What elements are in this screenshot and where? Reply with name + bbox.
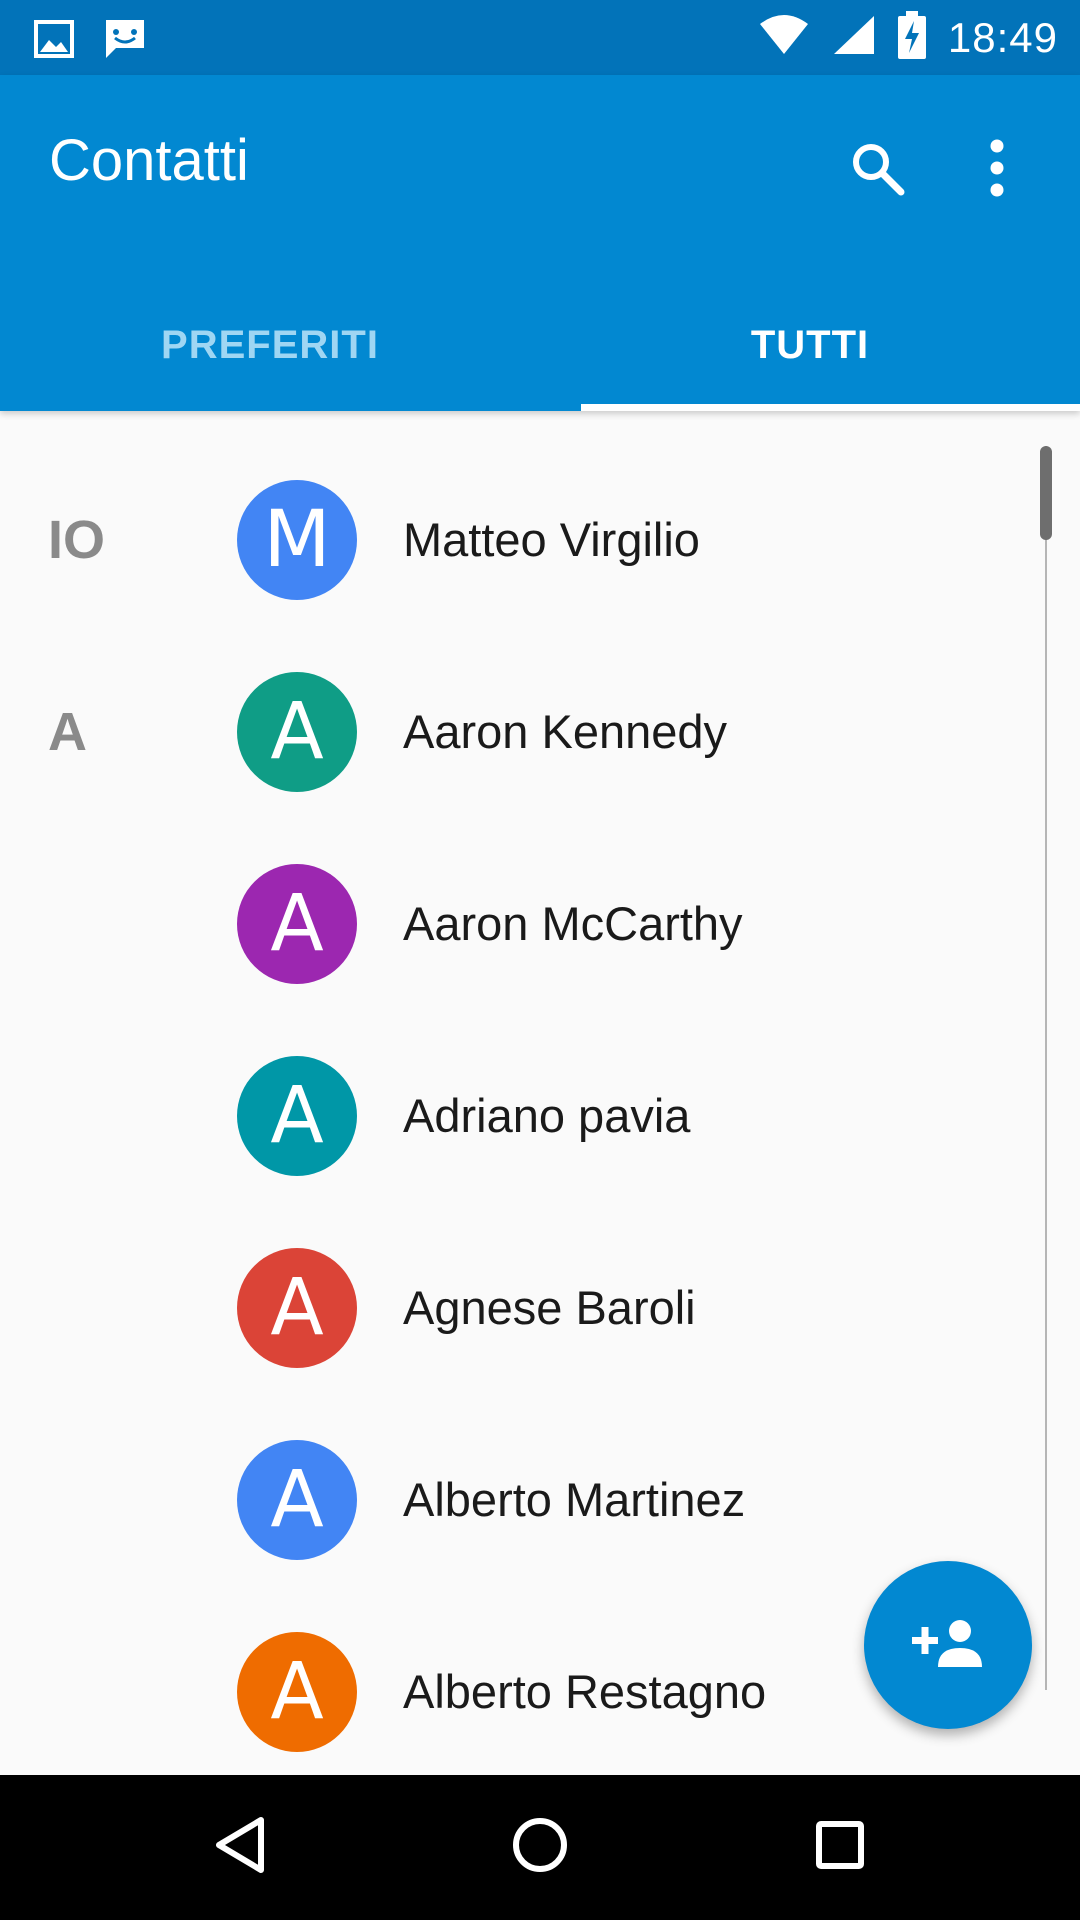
- contact-row-alberto-martinez[interactable]: A Alberto Martinez: [0, 1404, 1040, 1596]
- home-button[interactable]: [460, 1775, 620, 1920]
- page-title: Contatti: [49, 128, 249, 193]
- wifi-icon: [758, 14, 810, 61]
- battery-charging-icon: [897, 11, 926, 64]
- back-icon: [213, 1816, 267, 1879]
- more-options-button[interactable]: [952, 125, 1042, 215]
- contact-row-aaron-kennedy[interactable]: A A Aaron Kennedy: [0, 636, 1040, 828]
- search-icon: [849, 140, 905, 201]
- contact-name: Matteo Virgilio: [403, 513, 700, 566]
- tab-tutti[interactable]: TUTTI: [540, 279, 1080, 411]
- image-notification-icon: [34, 20, 74, 63]
- home-icon: [512, 1817, 568, 1878]
- contact-row-aaron-mccarthy[interactable]: A Aaron McCarthy: [0, 828, 1040, 1020]
- avatar: A: [237, 1632, 357, 1752]
- recents-button[interactable]: [760, 1775, 920, 1920]
- avatar: A: [237, 1248, 357, 1368]
- app-bar: Contatti PREFERITI TUTTI: [0, 75, 1080, 411]
- contact-row-agnese-baroli[interactable]: A Agnese Baroli: [0, 1212, 1040, 1404]
- back-button[interactable]: [160, 1775, 320, 1920]
- tab-preferiti[interactable]: PREFERITI: [0, 279, 540, 411]
- search-button[interactable]: [832, 125, 922, 215]
- contact-name: Alberto Martinez: [403, 1473, 746, 1526]
- cell-signal-icon: [832, 14, 876, 61]
- message-notification-icon: [102, 16, 148, 67]
- status-bar: 18:49: [0, 0, 1080, 75]
- section-header: A: [48, 702, 87, 762]
- avatar: A: [237, 1440, 357, 1560]
- contact-name: Adriano pavia: [403, 1089, 691, 1142]
- contact-name: Agnese Baroli: [403, 1281, 696, 1334]
- add-contact-button[interactable]: [864, 1561, 1032, 1729]
- add-contact-icon: [912, 1617, 984, 1674]
- contact-name: Alberto Restagno: [403, 1665, 767, 1718]
- section-header: IO: [48, 510, 106, 570]
- contact-name: Aaron Kennedy: [403, 705, 728, 758]
- contact-name: Aaron McCarthy: [403, 897, 743, 950]
- avatar: A: [237, 1056, 357, 1176]
- scrollbar-track[interactable]: [1045, 446, 1047, 1690]
- contact-row-matteo-virgilio[interactable]: IO M Matteo Virgilio: [0, 444, 1040, 636]
- scrollbar-thumb[interactable]: [1040, 446, 1052, 540]
- navigation-bar: [0, 1775, 1080, 1920]
- tab-indicator: [581, 404, 1080, 411]
- recents-icon: [815, 1820, 865, 1875]
- tab-bar: PREFERITI TUTTI: [0, 279, 1080, 411]
- more-vert-icon: [989, 138, 1005, 203]
- avatar: M: [237, 480, 357, 600]
- contact-row-adriano-pavia[interactable]: A Adriano pavia: [0, 1020, 1040, 1212]
- status-time: 18:49: [947, 13, 1058, 61]
- avatar: A: [237, 672, 357, 792]
- avatar: A: [237, 864, 357, 984]
